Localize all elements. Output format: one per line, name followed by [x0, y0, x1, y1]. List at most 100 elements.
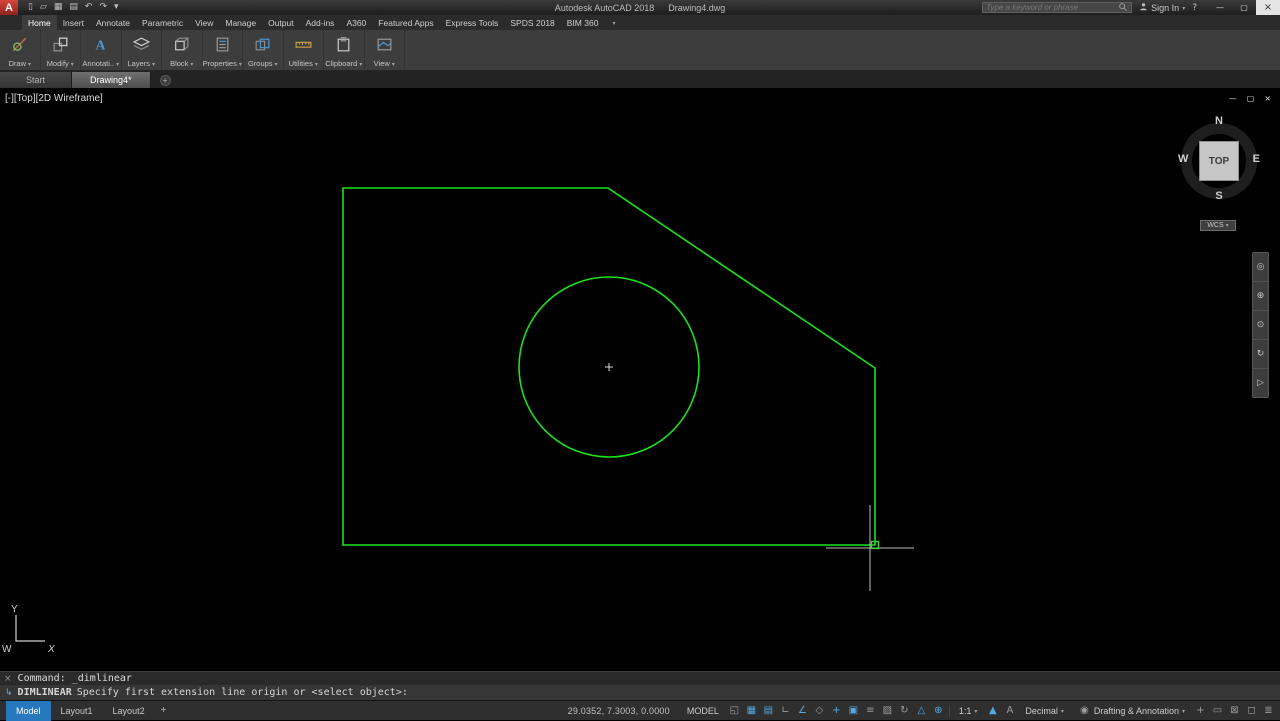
- file-tab-drawing4[interactable]: Drawing4*: [72, 72, 151, 88]
- ribbon-tab-manage[interactable]: Manage: [219, 15, 262, 30]
- file-tab-start[interactable]: Start: [0, 72, 73, 88]
- ribbon-panel-groups[interactable]: Groups: [243, 30, 284, 70]
- doc-minimize-button[interactable]: —: [1229, 94, 1237, 103]
- pan-icon[interactable]: ⊕: [1253, 282, 1268, 311]
- viewport-view-control[interactable]: [Top]: [14, 93, 36, 104]
- customization-icon[interactable]: ≣: [1262, 705, 1275, 716]
- viewcube-west[interactable]: W: [1178, 153, 1188, 165]
- ribbon-tab-featured-apps[interactable]: Featured Apps: [372, 15, 439, 30]
- viewcube-east[interactable]: E: [1253, 153, 1260, 165]
- viewcube-south[interactable]: S: [1215, 190, 1222, 202]
- new-layout-button[interactable]: +: [161, 705, 167, 716]
- doc-close-button[interactable]: ×: [1264, 94, 1271, 103]
- polar-tracking-icon[interactable]: ∠: [796, 705, 809, 716]
- new-drawing-button[interactable]: +: [159, 75, 171, 86]
- caret-down-icon: [71, 60, 74, 68]
- object-snap-tracking-icon[interactable]: +: [830, 705, 843, 716]
- object-snap-icon[interactable]: ▣: [847, 705, 860, 716]
- redo-icon[interactable]: ↷: [99, 3, 107, 12]
- search-box[interactable]: [982, 2, 1133, 14]
- layout-tab-model[interactable]: Model: [6, 700, 51, 721]
- restore-button[interactable]: ▢: [1232, 0, 1256, 15]
- command-prompt-line[interactable]: ↳ DIMLINEAR Specify first extension line…: [0, 685, 1280, 700]
- layout-tab-layout1[interactable]: Layout1: [51, 701, 103, 721]
- drawing-area[interactable]: Y W X [-] [Top] [2D Wireframe] — ▢ × N S…: [0, 88, 1280, 671]
- annotation-scale-button[interactable]: 1:1: [954, 701, 983, 721]
- lineweight-icon[interactable]: ≡: [864, 705, 877, 716]
- units-button[interactable]: Decimal: [1020, 701, 1069, 721]
- ribbon-panel-draw[interactable]: Draw: [0, 30, 41, 70]
- command-prompt-text: Specify first extension line origin or <…: [76, 687, 408, 698]
- annotation-visibility-icon[interactable]: ▲: [986, 705, 999, 716]
- ribbon-tab-bim-360[interactable]: BIM 360: [561, 15, 605, 30]
- ribbon-panel-clipboard[interactable]: Clipboard: [324, 30, 365, 70]
- selection-cycling-icon[interactable]: ↻: [898, 705, 911, 716]
- clean-screen-icon[interactable]: ◻: [1245, 705, 1258, 716]
- ribbon-tab-view[interactable]: View: [189, 15, 219, 30]
- isolate-objects-icon[interactable]: ⊠: [1228, 705, 1241, 716]
- viewcube-north[interactable]: N: [1215, 115, 1223, 127]
- ribbon-tab-a360[interactable]: A360: [340, 15, 372, 30]
- close-command-window-icon[interactable]: [4, 674, 12, 684]
- navigation-wheel-icon[interactable]: ◎: [1253, 253, 1268, 282]
- command-history-text: Command: _dimlinear: [17, 673, 132, 684]
- search-input[interactable]: [986, 3, 1116, 12]
- ribbon-panel-annotation[interactable]: A Annotati..: [81, 30, 122, 70]
- minimize-button[interactable]: —: [1208, 0, 1232, 15]
- viewport-menu-control[interactable]: [-]: [5, 93, 14, 104]
- new-file-icon[interactable]: ▯: [28, 3, 33, 12]
- ribbon-tab-add-ins[interactable]: Add-ins: [300, 15, 341, 30]
- layout-tab-layout2[interactable]: Layout2: [103, 701, 155, 721]
- ribbon-tab-output[interactable]: Output: [262, 15, 300, 30]
- undo-icon[interactable]: ↶: [85, 3, 93, 12]
- plot-icon[interactable]: ▤: [69, 3, 78, 12]
- help-icon[interactable]: [1192, 3, 1197, 13]
- search-icon[interactable]: [1118, 2, 1128, 14]
- wcs-label: WCS: [1207, 222, 1224, 229]
- isometric-drafting-icon[interactable]: ◇: [813, 705, 826, 716]
- ribbon-panel-view[interactable]: View: [365, 30, 405, 70]
- ribbon-collapse-button[interactable]: [612, 15, 615, 30]
- ucs-icon[interactable]: Y W X: [2, 604, 55, 655]
- orbit-icon[interactable]: ↻: [1253, 340, 1268, 369]
- save-icon[interactable]: ▦: [54, 3, 63, 12]
- ribbon-tab-parametric[interactable]: Parametric: [136, 15, 189, 30]
- showmotion-icon[interactable]: ▷: [1253, 369, 1268, 397]
- snap-mode-icon[interactable]: ▦: [745, 705, 758, 716]
- command-history-line[interactable]: Command: _dimlinear: [0, 671, 1280, 685]
- annotation-monitor-icon[interactable]: +: [1194, 705, 1207, 716]
- ribbon-panel-modify[interactable]: Modify: [41, 30, 81, 70]
- ribbon-tab-insert[interactable]: Insert: [57, 15, 90, 30]
- transparency-icon[interactable]: ▨: [881, 705, 894, 716]
- infer-constraints-icon[interactable]: ◱: [728, 705, 741, 716]
- ribbon-panel-block[interactable]: Block: [162, 30, 203, 70]
- zoom-icon[interactable]: ⊙: [1253, 311, 1268, 340]
- application-menu-button[interactable]: A: [0, 0, 18, 15]
- model-paper-toggle[interactable]: MODEL: [682, 701, 724, 721]
- grid-display-icon[interactable]: ▤: [762, 705, 775, 716]
- dynamic-ucs-icon[interactable]: △: [915, 705, 928, 716]
- ortho-mode-icon[interactable]: ∟: [779, 705, 792, 716]
- workspace-button[interactable]: ◉ Drafting & Annotation: [1073, 701, 1190, 721]
- viewport-visual-style-control[interactable]: [2D Wireframe]: [36, 93, 103, 104]
- ribbon-tab-home[interactable]: Home: [22, 15, 57, 30]
- qat-menu-icon[interactable]: ▾: [114, 3, 119, 12]
- ribbon-tab-express-tools[interactable]: Express Tools: [440, 15, 505, 30]
- caret-down-icon: [1182, 3, 1185, 12]
- sign-in-button[interactable]: Sign In: [1139, 2, 1185, 13]
- doc-restore-button[interactable]: ▢: [1247, 94, 1255, 103]
- ribbon-panel-properties[interactable]: Properties: [203, 30, 243, 70]
- dynamic-input-icon[interactable]: ⊕: [932, 705, 945, 716]
- ribbon-panel-utilities[interactable]: Utilities: [284, 30, 324, 70]
- wcs-menu[interactable]: WCS: [1200, 220, 1236, 231]
- open-file-icon[interactable]: ▱: [40, 3, 47, 12]
- ribbon-tab-annotate[interactable]: Annotate: [90, 15, 136, 30]
- annotation-autoscale-icon[interactable]: A: [1003, 705, 1016, 716]
- viewcube[interactable]: N S W E TOP: [1178, 114, 1260, 206]
- drawing-canvas[interactable]: Y W X: [0, 88, 1280, 671]
- ribbon-tab-spds-2018[interactable]: SPDS 2018: [504, 15, 560, 30]
- graphics-monitor-icon[interactable]: ▭: [1211, 705, 1224, 716]
- close-button[interactable]: ×: [1256, 0, 1280, 15]
- viewcube-top-face[interactable]: TOP: [1199, 141, 1239, 181]
- ribbon-panel-layers[interactable]: Layers: [122, 30, 162, 70]
